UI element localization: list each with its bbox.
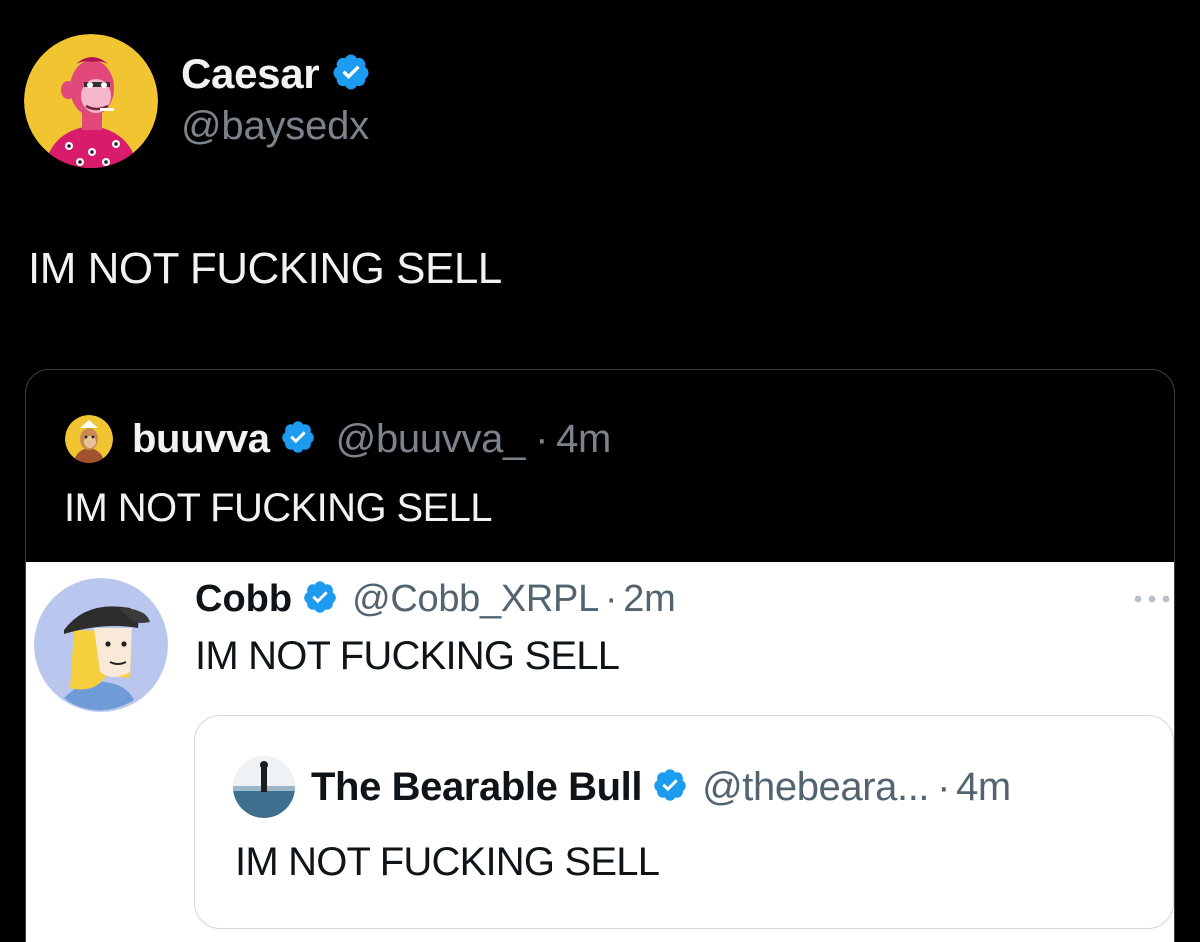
quoted-tweet-card[interactable]: buuvva @buuvva_ · 4m IM NOT FUCKING SELL xyxy=(25,369,1175,942)
cartoon-cap-avatar-icon xyxy=(34,578,168,712)
ape-avatar-icon[interactable] xyxy=(65,415,113,463)
more-options-icon xyxy=(1132,592,1172,604)
nested-author-name: The Bearable Bull xyxy=(311,764,643,809)
nested-quote-card: The Bearable Bull @thebeara... · 4m IM N… xyxy=(194,715,1174,929)
quoted-timestamp[interactable]: 4m xyxy=(556,417,611,462)
quoted-tweet-header: buuvva @buuvva_ · 4m xyxy=(132,414,611,464)
screenshot-tweet-text: IM NOT FUCKING SELL xyxy=(195,634,620,678)
separator-dot: · xyxy=(535,416,549,461)
verified-badge-icon xyxy=(280,419,316,460)
author-display-name[interactable]: Caesar xyxy=(181,50,320,98)
screenshot-author-name: Cobb xyxy=(195,577,293,620)
nested-author-handle: @thebeara... xyxy=(702,764,930,809)
main-author-row: Caesar xyxy=(181,48,371,100)
separator-dot: · xyxy=(604,577,618,620)
separator-dot: · xyxy=(937,764,951,809)
verified-badge-icon xyxy=(331,52,371,97)
tweet-page: Caesar @baysedx IM NOT FUCKING SELL buuv… xyxy=(0,0,1200,942)
nested-quote-text: IM NOT FUCKING SELL xyxy=(235,840,660,884)
verified-badge-icon xyxy=(302,579,338,620)
quoted-author-handle[interactable]: @buuvva_ xyxy=(336,417,526,462)
quoted-tweet-text: IM NOT FUCKING SELL xyxy=(64,486,493,530)
photo-avatar-icon xyxy=(233,756,295,818)
screenshot-timestamp: 2m xyxy=(623,577,676,620)
nested-timestamp: 4m xyxy=(956,764,1011,809)
screenshot-tweet-header: Cobb @Cobb_XRPL · 2m xyxy=(195,576,676,622)
author-handle[interactable]: @baysedx xyxy=(181,104,369,149)
screenshot-author-handle: @Cobb_XRPL xyxy=(352,577,599,620)
quoted-author-name[interactable]: buuvva xyxy=(132,417,270,462)
embedded-screenshot[interactable]: Cobb @Cobb_XRPL · 2m IM NOT FUCKING SELL… xyxy=(26,562,1174,942)
bored-ape-avatar-icon[interactable] xyxy=(24,34,158,168)
tweet-text: IM NOT FUCKING SELL xyxy=(28,244,502,293)
verified-badge-icon xyxy=(652,767,688,808)
nested-quote-header: The Bearable Bull @thebeara... · 4m xyxy=(311,762,1011,812)
